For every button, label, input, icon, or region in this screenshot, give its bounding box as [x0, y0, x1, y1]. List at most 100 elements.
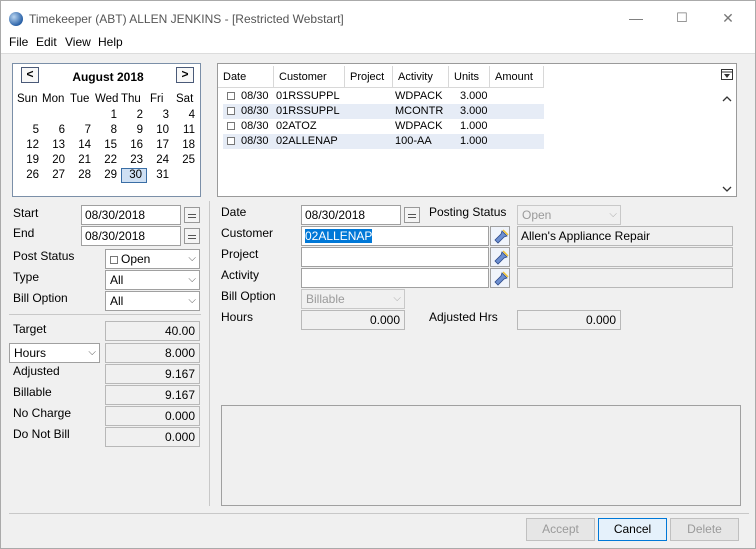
calendar-day[interactable]: 26 [17, 168, 43, 183]
no-charge-value: 0.000 [105, 406, 200, 426]
billable-label: Billable [13, 385, 52, 399]
time-entries-grid[interactable]: Date Customer Project Activity Units Amo… [217, 63, 737, 197]
cancel-button[interactable]: Cancel [598, 518, 667, 541]
calendar-day[interactable]: 13 [43, 138, 69, 153]
activity-lookup-button[interactable] [490, 268, 510, 288]
calendar-day[interactable]: 24 [147, 153, 173, 168]
row-checkbox[interactable] [227, 92, 235, 100]
chevron-down-icon: ⌵ [88, 347, 96, 358]
cell-units: 1.000 [460, 135, 488, 147]
maximize-button[interactable]: ☐ [659, 5, 705, 31]
calendar-day[interactable]: 4 [173, 108, 199, 123]
calendar-day[interactable]: 10 [147, 123, 173, 138]
target-label: Target [13, 322, 47, 336]
calendar-day[interactable]: 12 [17, 138, 43, 153]
start-date-picker-button[interactable] [184, 207, 200, 223]
calendar-day[interactable]: 20 [43, 153, 69, 168]
app-globe-icon [9, 12, 23, 26]
cell-units: 3.000 [460, 90, 488, 102]
customer-field[interactable]: 02ALLENAP [301, 226, 489, 246]
row-checkbox[interactable] [227, 107, 235, 115]
column-chooser-icon[interactable] [720, 68, 734, 82]
detail-date-picker-button[interactable] [404, 207, 420, 223]
calendar-day[interactable]: 21 [69, 153, 95, 168]
row-checkbox[interactable] [227, 137, 235, 145]
calendar-day[interactable]: 23 [121, 153, 147, 168]
calendar-prev-button[interactable]: < [21, 67, 39, 83]
scroll-down-icon[interactable] [720, 184, 734, 194]
calendar-day[interactable]: 14 [69, 138, 95, 153]
calendar-day[interactable]: 28 [69, 168, 95, 183]
grid-scrollbar[interactable] [720, 66, 734, 194]
scroll-up-icon[interactable] [720, 94, 734, 104]
menu-help[interactable]: Help [98, 35, 123, 49]
post-status-select[interactable]: Open ⌵ [105, 249, 200, 269]
calendar-day[interactable]: 7 [69, 123, 95, 138]
chevron-down-icon: ⌵ [188, 253, 196, 264]
calendar-day[interactable]: 19 [17, 153, 43, 168]
calendar-day[interactable]: 31 [147, 168, 173, 183]
calendar-day[interactable]: 1 [95, 108, 121, 123]
column-header-activity[interactable]: Activity [393, 66, 449, 88]
calendar-day[interactable]: 11 [173, 123, 199, 138]
calendar-day[interactable]: 17 [147, 138, 173, 153]
detail-date-field[interactable]: 08/30/2018 [301, 205, 401, 225]
bill-option-filter-select[interactable]: All ⌵ [105, 291, 200, 311]
calendar-day[interactable]: 16 [121, 138, 147, 153]
detail-date-label: Date [221, 205, 247, 219]
accept-button[interactable]: Accept [526, 518, 595, 541]
minimize-button[interactable]: — [613, 5, 659, 31]
type-select[interactable]: All ⌵ [105, 270, 200, 290]
start-date-field[interactable]: 08/30/2018 [81, 205, 181, 225]
cell-customer: 02ALLENAP [276, 135, 338, 147]
customer-lookup-button[interactable] [490, 226, 510, 246]
calendar-day-selected[interactable]: 30 [121, 168, 147, 183]
calendar-day[interactable]: 2 [121, 108, 147, 123]
post-status-checkbox[interactable] [110, 256, 118, 264]
calendar-day[interactable]: 6 [43, 123, 69, 138]
notes-area[interactable] [221, 405, 741, 506]
end-date-picker-button[interactable] [184, 228, 200, 244]
project-lookup-button[interactable] [490, 247, 510, 267]
flashlight-icon [494, 271, 509, 286]
posting-status-value: Open [522, 208, 552, 222]
end-date-field[interactable]: 08/30/2018 [81, 226, 181, 246]
flashlight-icon [494, 250, 509, 265]
calendar-day[interactable]: 9 [121, 123, 147, 138]
calendar-month-title: August 2018 [72, 70, 144, 84]
project-field[interactable] [301, 247, 489, 267]
table-row[interactable]: 08/30 01RSSUPPL WDPACK 3.000 [223, 89, 544, 104]
calendar-day[interactable]: 22 [95, 153, 121, 168]
detail-bill-option-select[interactable]: Billable ⌵ [301, 289, 405, 309]
menu-edit[interactable]: Edit [36, 35, 57, 49]
table-row[interactable]: 08/30 02ATOZ WDPACK 1.000 [223, 119, 544, 134]
activity-field[interactable] [301, 268, 489, 288]
table-row[interactable]: 08/30 02ALLENAP 100-AA 1.000 [223, 134, 544, 149]
units-value: 8.000 [105, 343, 200, 363]
calendar-day[interactable]: 25 [173, 153, 199, 168]
column-header-date[interactable]: Date [218, 66, 274, 88]
calendar-day[interactable]: 5 [17, 123, 43, 138]
posting-status-select[interactable]: Open ⌵ [517, 205, 621, 225]
delete-button[interactable]: Delete [670, 518, 739, 541]
menu-file[interactable]: File [9, 35, 28, 49]
table-row[interactable]: 08/30 01RSSUPPL MCONTR 3.000 [223, 104, 544, 119]
cell-date: 08/30 [241, 135, 269, 147]
calendar-day[interactable]: 27 [43, 168, 69, 183]
column-header-units[interactable]: Units [449, 66, 490, 88]
close-button[interactable]: ✕ [705, 5, 751, 31]
column-header-project[interactable]: Project [345, 66, 393, 88]
calendar-day[interactable]: 8 [95, 123, 121, 138]
column-header-amount[interactable]: Amount [490, 66, 544, 88]
units-select[interactable]: Hours ⌵ [9, 343, 100, 363]
row-checkbox[interactable] [227, 122, 235, 130]
calendar-day[interactable]: 29 [95, 168, 121, 183]
column-header-customer[interactable]: Customer [274, 66, 345, 88]
calendar-day[interactable]: 15 [95, 138, 121, 153]
bottom-divider [9, 513, 749, 514]
calendar-day[interactable]: 18 [173, 138, 199, 153]
calendar-next-button[interactable]: > [176, 67, 194, 83]
calendar-day[interactable]: 3 [147, 108, 173, 123]
hours-field[interactable]: 0.000 [301, 310, 405, 330]
menu-view[interactable]: View [65, 35, 91, 49]
